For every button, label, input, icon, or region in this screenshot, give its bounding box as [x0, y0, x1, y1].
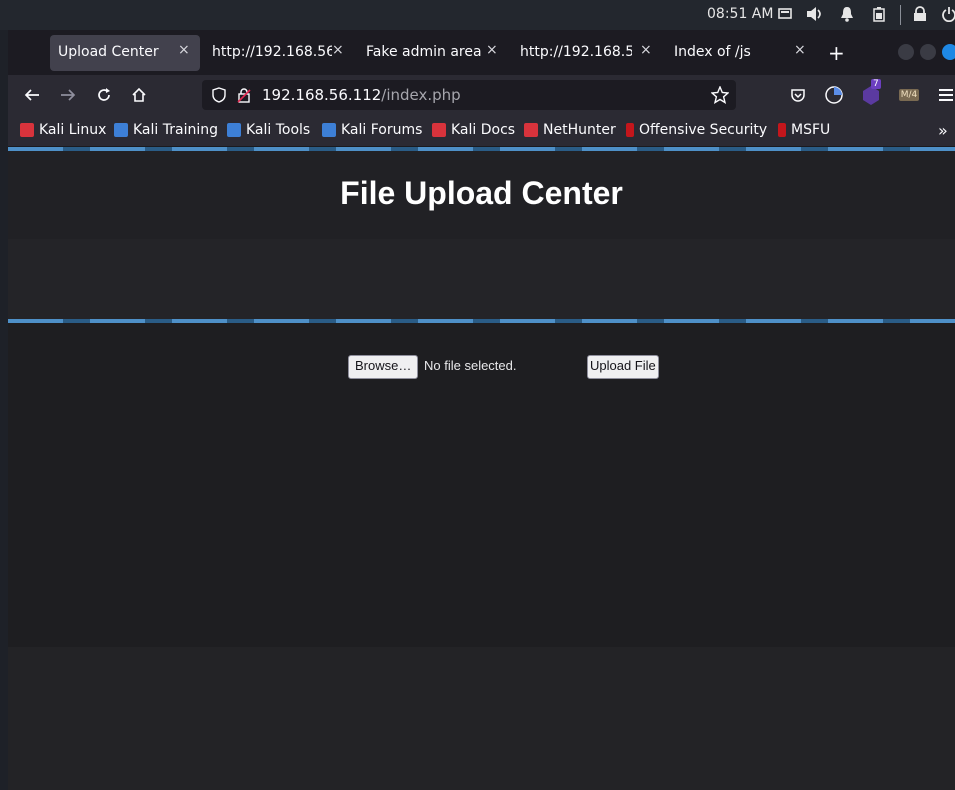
account-circle-icon: [825, 86, 843, 104]
bookmark-kali-linux[interactable]: Kali Linux: [20, 122, 106, 138]
forward-arrow-icon: [61, 89, 76, 101]
forward-button[interactable]: [56, 83, 80, 107]
tab-strip: Upload Center × http://192.168.56.1 × Fa…: [8, 30, 955, 75]
bookmark-label: Kali Docs: [451, 122, 516, 138]
bookmark-label: Kali Forums: [341, 122, 423, 138]
upload-file-button[interactable]: Upload File: [587, 355, 659, 379]
bookmark-nethunter[interactable]: NetHunter: [524, 122, 616, 138]
tab-label: Fake admin area :): [366, 44, 486, 60]
close-icon[interactable]: ×: [332, 42, 344, 58]
shield-icon[interactable]: [212, 87, 226, 107]
extension-badge: 7: [871, 79, 881, 89]
power-icon[interactable]: [940, 5, 955, 23]
navigation-toolbar: 192.168.56.112/index.php 7 M/4: [8, 75, 955, 116]
close-icon[interactable]: ×: [640, 42, 652, 58]
bookmark-label: Kali Tools: [246, 122, 311, 138]
file-status-text: No file selected.: [424, 358, 517, 373]
bookmark-label: Offensive Security: [639, 122, 768, 138]
close-window-button[interactable]: [942, 44, 955, 60]
tab-fake-admin[interactable]: Fake admin area :) ×: [358, 35, 508, 71]
banner-area: [8, 239, 955, 319]
pocket-icon: [791, 89, 805, 102]
tab-ip-1[interactable]: http://192.168.56.1 ×: [204, 35, 354, 71]
close-icon[interactable]: ×: [178, 42, 190, 58]
page-title: File Upload Center: [340, 175, 623, 211]
pocket-button[interactable]: [786, 83, 810, 107]
tab-label: http://192.168.56.1: [520, 44, 632, 60]
volume-icon[interactable]: [806, 5, 824, 23]
reload-button[interactable]: [92, 83, 116, 107]
tab-index-js[interactable]: Index of /js ×: [666, 35, 816, 71]
extension-button[interactable]: 7: [859, 79, 883, 107]
close-icon[interactable]: ×: [794, 42, 806, 58]
minimize-button[interactable]: [898, 44, 914, 60]
display-icon[interactable]: [776, 5, 794, 23]
topbar-separator: [900, 5, 901, 25]
bookmark-kali-docs[interactable]: Kali Docs: [432, 122, 515, 138]
nethunter-icon: [524, 123, 538, 137]
web-page: File Upload Center Browse… No file selec…: [8, 147, 955, 790]
bookmark-label: Kali Linux: [39, 122, 107, 138]
account-button[interactable]: [822, 83, 846, 107]
kali-dragon-icon: [20, 123, 34, 137]
bookmark-label: Kali Training: [133, 122, 218, 138]
bookmarks-overflow-icon[interactable]: »: [938, 121, 948, 140]
tab-label: Index of /js: [674, 44, 751, 60]
new-tab-button[interactable]: +: [828, 41, 845, 65]
close-icon[interactable]: ×: [486, 42, 498, 58]
battery-icon[interactable]: [870, 5, 888, 23]
bookmark-msfu[interactable]: MSFU: [778, 122, 830, 138]
tab-label: http://192.168.56.1: [212, 44, 332, 60]
kali-forums-icon: [322, 123, 336, 137]
kali-docs-icon: [432, 123, 446, 137]
notification-bell-icon[interactable]: [838, 5, 856, 23]
page-footer: [8, 647, 955, 790]
bookmark-label: MSFU: [791, 122, 831, 138]
bookmarks-toolbar: Kali Linux Kali Training Kali Tools Kali…: [8, 116, 955, 147]
home-button[interactable]: [127, 83, 151, 107]
bookmark-star-icon[interactable]: [710, 85, 730, 108]
system-top-bar: 08:51 AM: [0, 0, 955, 30]
back-arrow-icon: [24, 89, 39, 101]
tab-upload-center[interactable]: Upload Center ×: [50, 35, 200, 71]
bookmark-kali-tools[interactable]: Kali Tools: [227, 122, 310, 138]
m4-extension-button[interactable]: M/4: [896, 83, 922, 107]
tab-label: Upload Center: [58, 44, 159, 60]
url-text[interactable]: 192.168.56.112/index.php: [262, 86, 461, 104]
address-bar[interactable]: 192.168.56.112/index.php: [202, 80, 736, 110]
url-path: /index.php: [381, 86, 461, 104]
kali-training-icon: [114, 123, 128, 137]
bookmark-kali-training[interactable]: Kali Training: [114, 122, 218, 138]
back-button[interactable]: [20, 83, 44, 107]
browser-window: Upload Center × http://192.168.56.1 × Fa…: [8, 30, 955, 790]
bookmark-offensive-security[interactable]: Offensive Security: [626, 122, 767, 138]
maximize-button[interactable]: [920, 44, 936, 60]
hamburger-menu-icon: [939, 89, 953, 101]
home-icon: [132, 87, 146, 102]
page-header: File Upload Center: [8, 151, 955, 239]
insecure-lock-icon[interactable]: [237, 87, 251, 107]
system-clock[interactable]: 08:51 AM: [707, 6, 773, 22]
browse-button[interactable]: Browse…: [348, 355, 419, 379]
kali-tools-icon: [227, 123, 241, 137]
offsec-icon: [626, 123, 634, 137]
tab-ip-2[interactable]: http://192.168.56.1 ×: [512, 35, 662, 71]
m4-extension-icon: M/4: [898, 89, 920, 101]
msfu-icon: [778, 123, 786, 137]
menu-button[interactable]: [934, 83, 955, 107]
url-host: 192.168.56.112: [262, 86, 382, 104]
bookmark-kali-forums[interactable]: Kali Forums: [322, 122, 422, 138]
lock-screen-icon[interactable]: [911, 5, 929, 23]
upload-form-area: Browse… No file selected. Upload File: [8, 323, 955, 647]
bookmark-label: NetHunter: [543, 122, 616, 138]
reload-icon: [98, 88, 110, 101]
